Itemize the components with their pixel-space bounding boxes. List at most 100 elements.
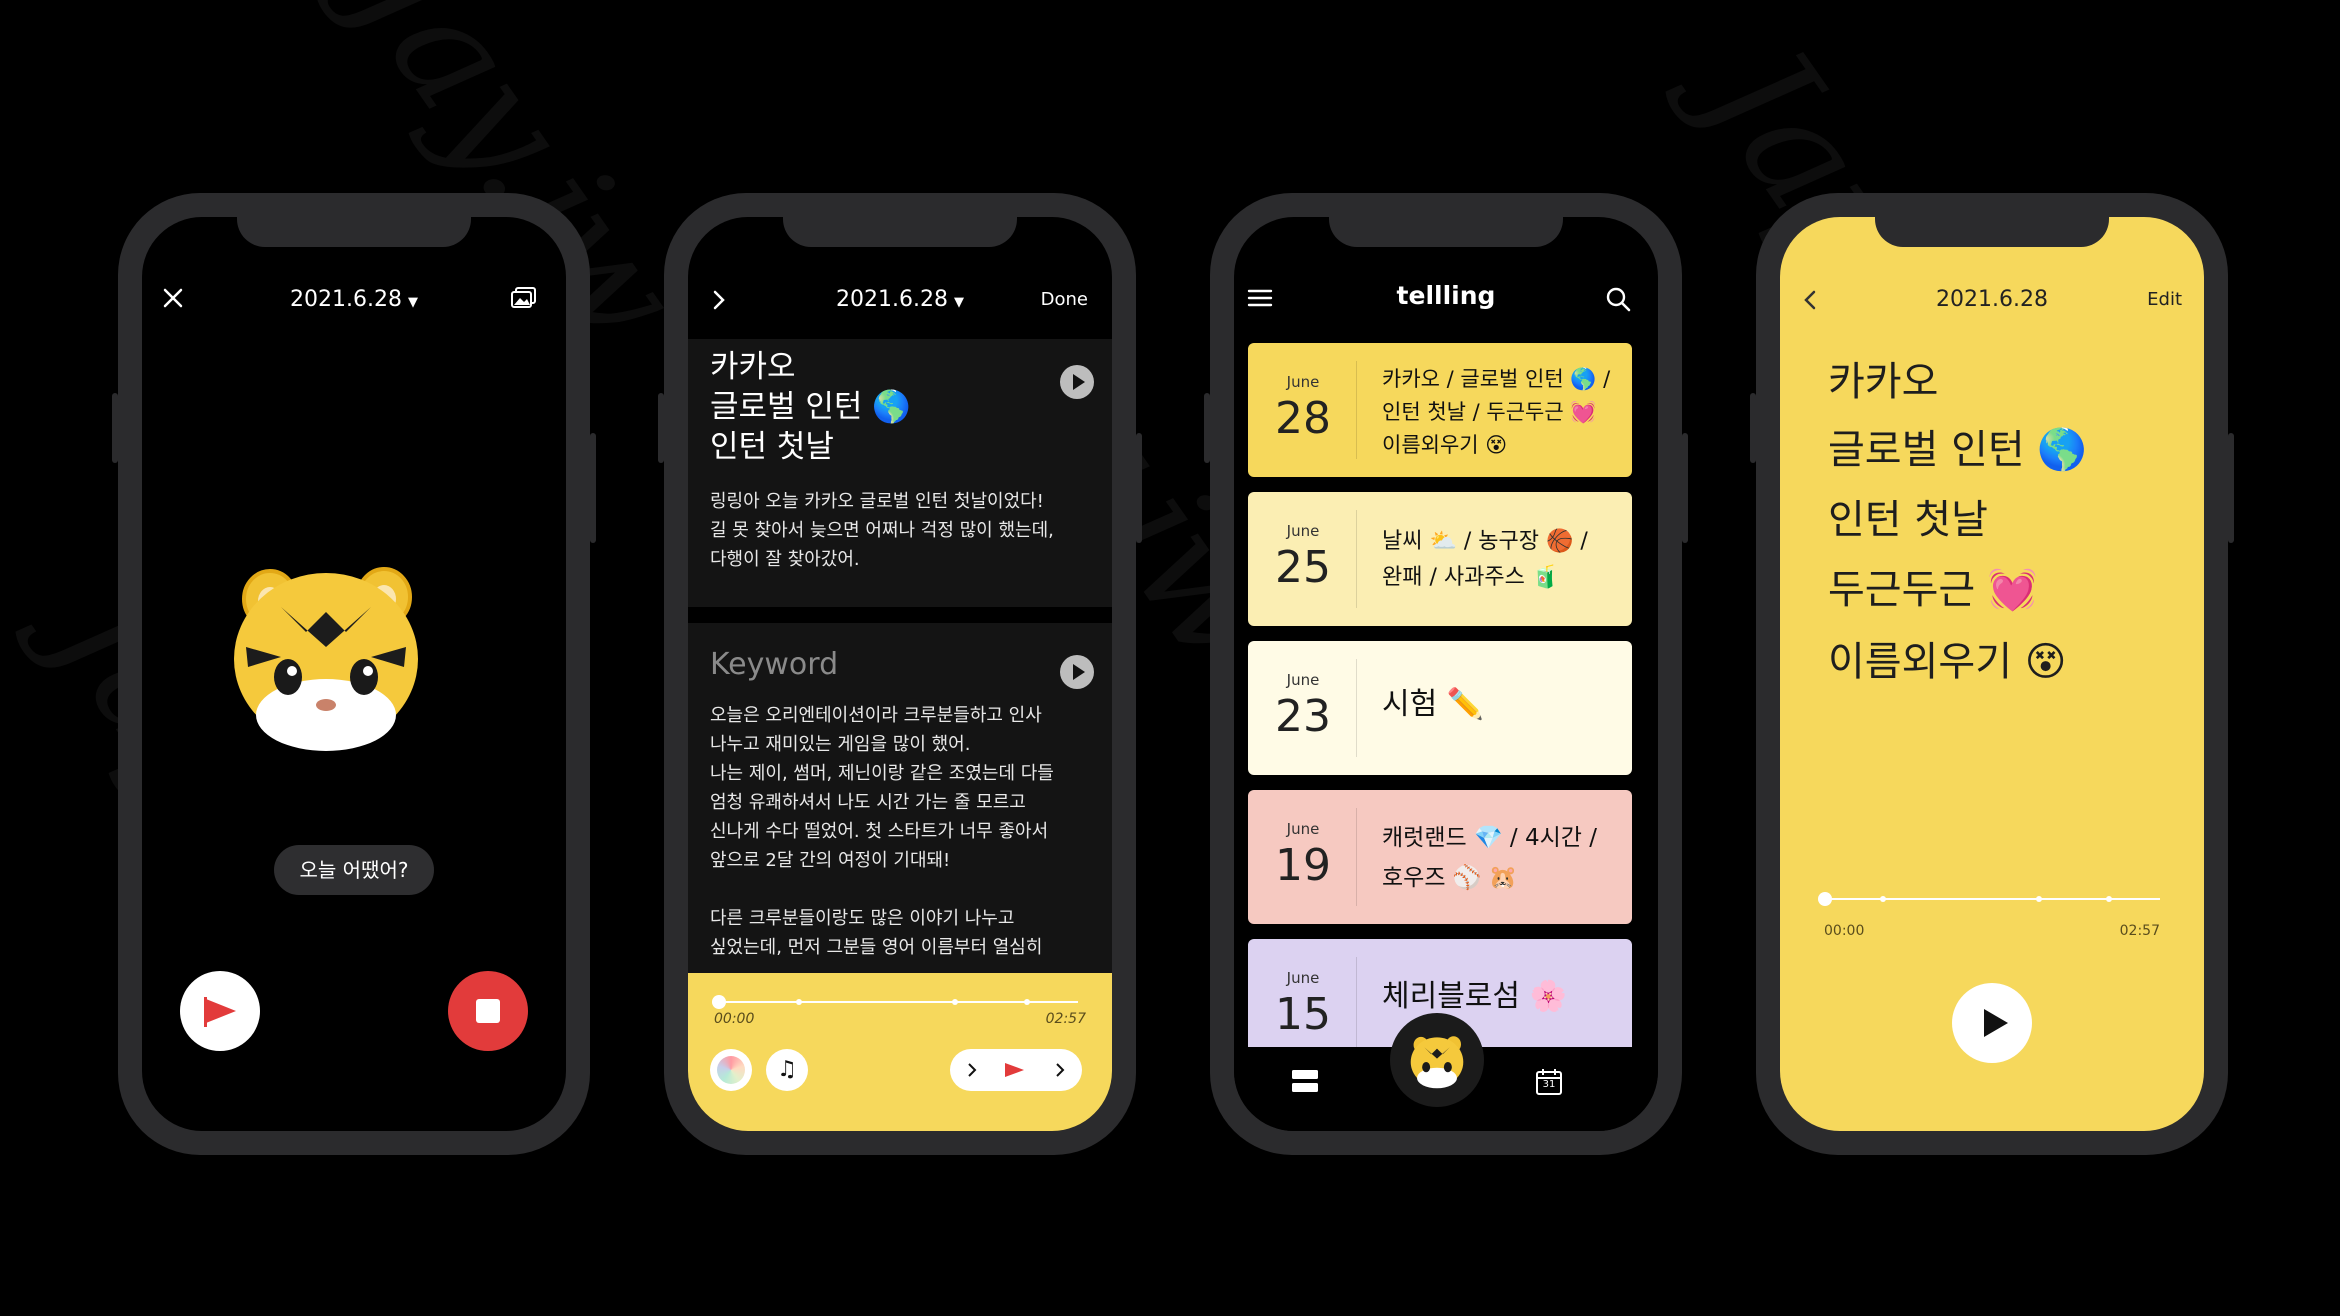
entry-month: June <box>1286 969 1320 987</box>
divider <box>1356 957 1357 1055</box>
entry-title: 카카오 글로벌 인턴 🌎 인턴 첫날 <box>710 347 911 467</box>
stop-button[interactable] <box>448 971 528 1051</box>
body-line: 싶었는데, 먼저 그분들 영어 이름부터 열심히 <box>710 937 1043 958</box>
tiger-avatar <box>1410 1036 1464 1089</box>
progress-handle[interactable] <box>712 995 726 1009</box>
chevron-right-icon[interactable] <box>1054 1062 1066 1078</box>
keyword-line: 이름외우기 😵 <box>1382 433 1508 457</box>
color-wheel-icon <box>717 1056 745 1084</box>
entry-card[interactable]: June 19 캐럿랜드 💎 / 4시간 / 호우즈 ⚾ 🐹 <box>1248 790 1632 924</box>
gallery-icon[interactable] <box>510 285 538 311</box>
phone-playback: 2021.6.28 Edit 카카오 글로벌 인턴 🌎 인턴 첫날 두근두근 💓… <box>1750 193 2234 1155</box>
keyword-label: Keyword <box>710 647 839 682</box>
player-bar: 00:00 02:57 ♫ <box>688 973 1112 1131</box>
edit-button[interactable]: Edit <box>2147 289 2182 310</box>
playback-screen: 2021.6.28 Edit 카카오 글로벌 인턴 🌎 인턴 첫날 두근두근 💓… <box>1780 217 2204 1131</box>
body-line <box>710 875 1054 904</box>
title-line: 인턴 첫날 <box>710 429 834 465</box>
play-keyword-button[interactable] <box>1060 655 1094 689</box>
progress-marker <box>1024 999 1030 1005</box>
keyword-line: 완패 / 사과주스 🧃 <box>1382 565 1560 590</box>
entry-day: 15 <box>1275 989 1331 1040</box>
entry-card[interactable]: June 23 시험 ✏️ <box>1248 641 1632 775</box>
flag-button[interactable] <box>180 971 260 1051</box>
time-end: 02:57 <box>1045 1011 1086 1027</box>
dropdown-caret-icon: ▼ <box>407 295 418 310</box>
divider <box>1356 808 1357 906</box>
progress-marker <box>1880 896 1886 902</box>
notch <box>1875 217 2109 247</box>
entry-month: June <box>1286 522 1320 540</box>
progress-marker <box>796 999 802 1005</box>
app-title: tellling <box>1396 281 1496 310</box>
body-line: 오늘은 오리엔테이션이라 크루분들하고 인사 <box>710 705 1042 726</box>
record-screen: 2021.6.28 ▼ 오늘 어땠어? <box>142 217 566 1131</box>
summary-line: 길 못 찾아서 늦으면 어쩌나 걱정 많이 했는데, <box>710 520 1054 541</box>
body-line: 나누고 재미있는 게임을 많이 했어. <box>710 734 971 755</box>
body-line: 나는 제이, 썸머, 제닌이랑 같은 조였는데 다들 <box>710 763 1054 784</box>
calendar-icon[interactable]: 31 <box>1534 1067 1564 1097</box>
dropdown-caret-icon: ▼ <box>953 295 964 310</box>
body-line: 다른 크루분들이랑도 많은 이야기 나누고 <box>710 908 1015 929</box>
chevron-right-icon[interactable] <box>966 1062 978 1078</box>
phone-list: tellling June 28 카카오 / 글로벌 인턴 🌎 / 인턴 첫날 … <box>1204 193 1688 1155</box>
keyword-line: 캐럿랜드 💎 / 4시간 / <box>1382 825 1597 851</box>
entry-day: 25 <box>1275 542 1331 593</box>
title-line: 글로벌 인턴 🌎 <box>710 389 911 425</box>
entry-card[interactable]: June 28 카카오 / 글로벌 인턴 🌎 / 인턴 첫날 / 두근두근 💓 … <box>1248 343 1632 477</box>
divider <box>1356 659 1357 757</box>
done-button[interactable]: Done <box>1041 289 1088 310</box>
time-start: 00:00 <box>1824 923 1865 939</box>
notch <box>237 217 471 247</box>
search-icon[interactable] <box>1604 285 1632 313</box>
date-label: 2021.6.28 <box>290 287 402 312</box>
music-note-icon: ♫ <box>777 1057 797 1082</box>
flag-icon[interactable] <box>1002 1060 1028 1080</box>
notch <box>783 217 1017 247</box>
play-icon <box>1984 1009 2008 1037</box>
keyword-line: 호우즈 ⚾ 🐹 <box>1382 865 1518 891</box>
color-picker-button[interactable] <box>710 1049 752 1091</box>
music-button[interactable]: ♫ <box>766 1049 808 1091</box>
list-icon[interactable] <box>1290 1067 1320 1095</box>
entry-keywords: 카카오 / 글로벌 인턴 🌎 / 인턴 첫날 / 두근두근 💓 이름외우기 😵 <box>1382 363 1618 462</box>
play-summary-button[interactable] <box>1060 365 1094 399</box>
entry-month: June <box>1286 671 1320 689</box>
progress-marker <box>2036 896 2042 902</box>
entry-keywords: 캐럿랜드 💎 / 4시간 / 호우즈 ⚾ 🐹 <box>1382 818 1618 898</box>
keyword-line: 카카오 <box>1828 359 1939 405</box>
body-text: 오늘은 오리엔테이션이라 크루분들하고 인사 나누고 재미있는 게임을 많이 했… <box>710 701 1054 962</box>
time-end: 02:57 <box>2119 923 2160 939</box>
body-line: 엄청 유쾌하셔서 나도 시간 가는 줄 모르고 <box>710 792 1026 813</box>
keyword-line: 체리블로섬 🌸 <box>1382 979 1567 1014</box>
flag-icon <box>204 997 236 1027</box>
phone-detail: 2021.6.28 ▼ Done 카카오 글로벌 인턴 🌎 인턴 첫날 링링아 오… <box>658 193 1142 1155</box>
detail-screen: 2021.6.28 ▼ Done 카카오 글로벌 인턴 🌎 인턴 첫날 링링아 오… <box>688 217 1112 1131</box>
entry-month: June <box>1286 373 1320 391</box>
entry-keywords: 체리블로섬 🌸 <box>1382 977 1618 1017</box>
body-line: 신나게 수다 떨었어. 첫 스타트가 너무 좋아서 <box>710 821 1049 842</box>
entry-month: June <box>1286 820 1320 838</box>
progress-marker <box>2106 896 2112 902</box>
entry-keywords: 시험 ✏️ <box>1382 685 1618 725</box>
entry-day: 19 <box>1275 840 1331 891</box>
phone-record: 2021.6.28 ▼ 오늘 어땠어? <box>112 193 596 1155</box>
divider <box>1356 510 1357 608</box>
entry-card[interactable]: June 25 날씨 ⛅ / 농구장 🏀 / 완패 / 사과주스 🧃 <box>1248 492 1632 626</box>
entry-day: 23 <box>1275 691 1331 742</box>
summary-line: 다행이 잘 찾아갔어. <box>710 549 860 570</box>
play-button[interactable] <box>1952 983 2032 1063</box>
tab-bar: 31 <box>1234 1013 1658 1131</box>
progress-marker <box>952 999 958 1005</box>
date-label: 2021.6.28 <box>1936 287 2048 312</box>
summary-text: 링링아 오늘 카카오 글로벌 인턴 첫날이었다! 길 못 찾아서 늦으면 어쩌나… <box>710 487 1054 574</box>
progress-handle[interactable] <box>1818 892 1832 906</box>
entry-keywords: 날씨 ⛅ / 농구장 🏀 / 완패 / 사과주스 🧃 <box>1382 524 1618 596</box>
keyword-line: 시험 ✏️ <box>1382 687 1485 722</box>
date-selector[interactable]: 2021.6.28 ▼ <box>142 287 566 312</box>
divider <box>1356 361 1357 459</box>
notch <box>1329 217 1563 247</box>
tiger-avatar-button[interactable] <box>1390 1013 1484 1107</box>
keyword-line: 인턴 첫날 <box>1828 497 1988 543</box>
time-start: 00:00 <box>714 1011 755 1027</box>
